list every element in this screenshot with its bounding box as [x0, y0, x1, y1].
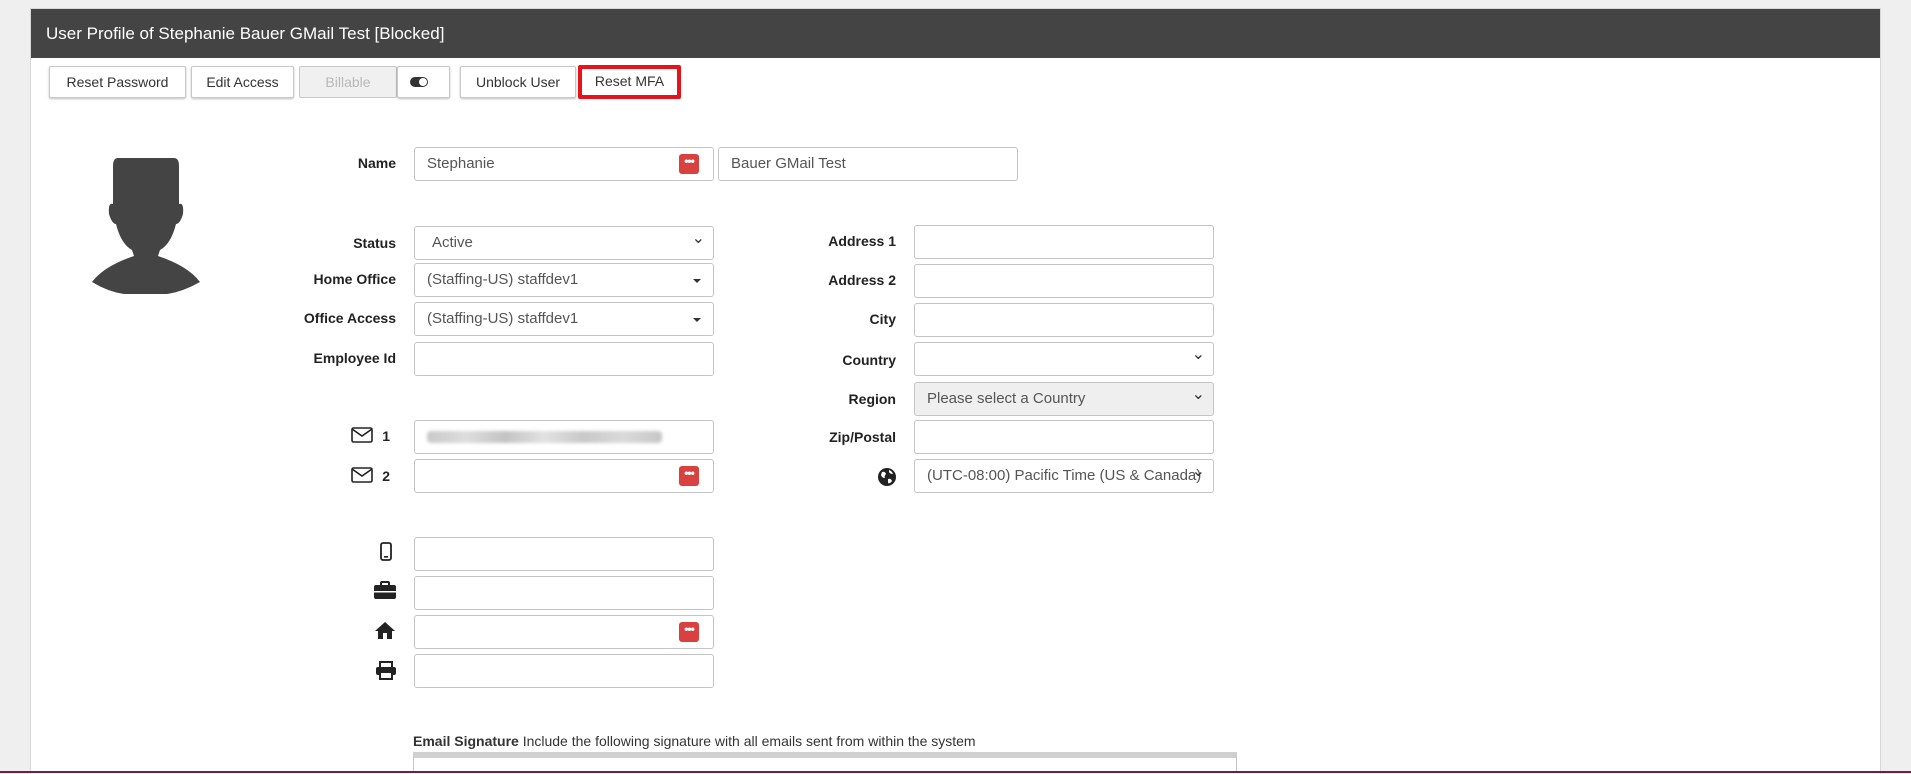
reset-mfa-button[interactable]: Reset MFA	[578, 65, 681, 99]
page-title: User Profile of Stephanie Bauer GMail Te…	[46, 24, 445, 43]
password-manager-icon[interactable]: •••	[679, 622, 699, 642]
employee-id-label: Employee Id	[313, 350, 396, 366]
city-input[interactable]	[914, 303, 1214, 337]
panel-header: User Profile of Stephanie Bauer GMail Te…	[31, 9, 1880, 58]
timezone-value: (UTC-08:00) Pacific Time (US & Canada)	[927, 467, 1202, 484]
email-signature-heading: Email Signature Include the following si…	[413, 733, 976, 749]
office-access-value: (Staffing-US) staffdev1	[427, 310, 579, 327]
employee-id-input[interactable]	[414, 342, 714, 376]
unblock-user-button[interactable]: Unblock User	[460, 66, 576, 98]
fax-input[interactable]	[414, 654, 714, 688]
email-1-blurred-value	[427, 431, 662, 443]
office-access-select[interactable]: (Staffing-US) staffdev1	[414, 302, 714, 336]
country-select[interactable]	[914, 342, 1214, 376]
mobile-phone-input[interactable]	[414, 537, 714, 571]
avatar	[92, 158, 200, 294]
region-label: Region	[848, 391, 896, 407]
first-name-input[interactable]: Stephanie •••	[414, 147, 714, 181]
printer-icon	[376, 661, 396, 680]
last-name-input[interactable]: Bauer GMail Test	[718, 147, 1018, 181]
country-label: Country	[842, 352, 896, 368]
billable-button: Billable	[299, 66, 397, 98]
region-select: Please select a Country	[914, 382, 1214, 416]
password-manager-icon[interactable]: •••	[679, 466, 699, 486]
edit-access-button[interactable]: Edit Access	[191, 66, 294, 98]
address-1-input[interactable]	[914, 225, 1214, 259]
home-office-select[interactable]: (Staffing-US) staffdev1	[414, 263, 714, 297]
envelope-icon	[351, 427, 373, 443]
home-phone-input[interactable]: •••	[414, 615, 714, 649]
briefcase-icon	[374, 581, 396, 599]
first-name-value: Stephanie	[427, 155, 495, 172]
zip-label: Zip/Postal	[829, 429, 896, 445]
password-manager-icon[interactable]: •••	[679, 154, 699, 174]
reset-password-button[interactable]: Reset Password	[49, 66, 186, 98]
name-label: Name	[357, 155, 396, 171]
status-select[interactable]: Active	[414, 226, 714, 260]
email-1-label: 1	[382, 428, 390, 444]
work-phone-input[interactable]	[414, 576, 714, 610]
email-signature-description: Include the following signature with all…	[522, 733, 976, 749]
region-value: Please select a Country	[927, 390, 1086, 407]
status-value: Active	[432, 234, 473, 251]
email-2-label: 2	[382, 468, 390, 484]
email-signature-title: Email Signature	[413, 733, 519, 749]
toggle-icon	[410, 77, 428, 87]
email-1-input[interactable]	[414, 420, 714, 454]
last-name-value: Bauer GMail Test	[731, 155, 846, 172]
address-2-label: Address 2	[828, 272, 896, 288]
home-office-value: (Staffing-US) staffdev1	[427, 271, 579, 288]
globe-icon	[878, 468, 896, 486]
home-icon	[375, 622, 395, 639]
zip-input[interactable]	[914, 420, 1214, 454]
email-signature-editor[interactable]	[413, 752, 1237, 773]
status-label: Status	[353, 235, 396, 251]
billable-toggle[interactable]	[397, 66, 450, 98]
address-2-input[interactable]	[914, 264, 1214, 298]
home-office-label: Home Office	[313, 271, 396, 287]
envelope-icon	[351, 467, 373, 483]
office-access-label: Office Access	[303, 310, 396, 326]
email-2-input[interactable]: •••	[414, 459, 714, 493]
city-label: City	[869, 311, 896, 327]
timezone-select[interactable]: (UTC-08:00) Pacific Time (US & Canada)	[914, 459, 1214, 493]
address-1-label: Address 1	[828, 233, 896, 249]
mobile-phone-icon	[380, 542, 392, 561]
